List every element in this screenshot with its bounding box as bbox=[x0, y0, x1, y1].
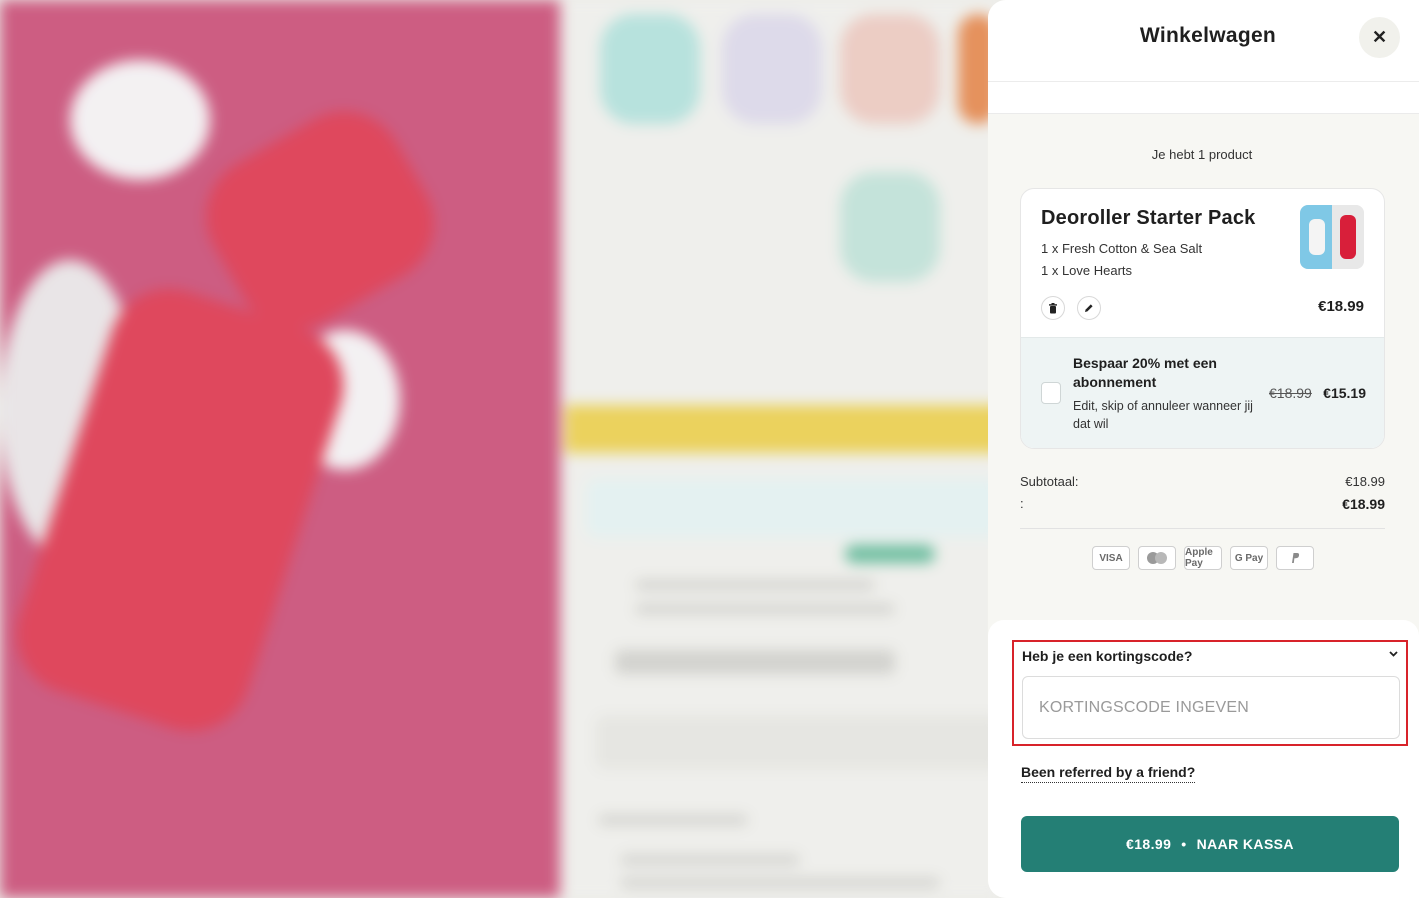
checkout-separator: • bbox=[1181, 836, 1187, 852]
coupon-title[interactable]: Heb je een kortingscode? bbox=[1022, 648, 1192, 664]
checkout-button[interactable]: €18.99 • NAAR KASSA bbox=[1021, 816, 1399, 872]
pencil-icon bbox=[1085, 304, 1093, 312]
product-variant: 1 x Fresh Cotton & Sea Salt bbox=[1041, 241, 1203, 256]
coupon-input[interactable] bbox=[1022, 676, 1400, 739]
coupon-section: Heb je een kortingscode? bbox=[1012, 640, 1408, 746]
product-variant: 1 x Love Hearts bbox=[1041, 263, 1133, 278]
payment-methods: VISA Apple Pay G Pay bbox=[1092, 546, 1314, 570]
cart-header: Winkelwagen ✕ bbox=[988, 0, 1419, 82]
trash-icon bbox=[1049, 302, 1057, 313]
checkout-panel: Heb je een kortingscode? Been referred b… bbox=[988, 620, 1419, 898]
cart-item: Deoroller Starter Pack 1 x Fresh Cotton … bbox=[1020, 188, 1385, 449]
subscription-old-price: €18.99 bbox=[1269, 385, 1312, 401]
close-icon: ✕ bbox=[1371, 27, 1388, 47]
subtotal-label: Subtotaal: bbox=[1020, 474, 1079, 489]
product-name: Deoroller Starter Pack bbox=[1041, 207, 1256, 229]
header-strip bbox=[988, 82, 1419, 114]
cart-drawer: Winkelwagen ✕ Je hebt 1 product Deorolle… bbox=[988, 0, 1419, 898]
total-value: €18.99 bbox=[1342, 496, 1385, 512]
referral-link[interactable]: Been referred by a friend? bbox=[1021, 764, 1196, 783]
edit-button[interactable] bbox=[1077, 296, 1101, 320]
visa-icon: VISA bbox=[1092, 546, 1130, 570]
subscription-new-price: €15.19 bbox=[1323, 385, 1366, 401]
subtotal-value: €18.99 bbox=[1345, 474, 1385, 489]
checkout-price: €18.99 bbox=[1126, 836, 1172, 852]
chevron-down-icon[interactable] bbox=[1389, 648, 1398, 660]
checkout-label: NAAR KASSA bbox=[1196, 836, 1294, 852]
product-price: €18.99 bbox=[1318, 298, 1364, 315]
close-button[interactable]: ✕ bbox=[1359, 17, 1400, 58]
subtotal-row: Subtotaal: €18.99 bbox=[1020, 474, 1385, 489]
paypal-icon bbox=[1276, 546, 1314, 570]
cart-count: Je hebt 1 product bbox=[1151, 147, 1253, 162]
subscription-offer: Bespaar 20% met een abonnement Edit, ski… bbox=[1021, 337, 1384, 448]
delete-button[interactable] bbox=[1041, 296, 1065, 320]
cart-title: Winkelwagen bbox=[1139, 24, 1277, 47]
google-pay-icon: G Pay bbox=[1230, 546, 1268, 570]
mastercard-icon bbox=[1138, 546, 1176, 570]
subscription-checkbox[interactable] bbox=[1041, 382, 1061, 404]
apple-pay-icon: Apple Pay bbox=[1184, 546, 1222, 570]
subscription-description: Edit, skip of annuleer wanneer jij dat w… bbox=[1073, 399, 1253, 431]
subscription-title: Bespaar 20% met een abonnement bbox=[1073, 355, 1217, 390]
product-image bbox=[1300, 205, 1364, 269]
divider bbox=[1020, 528, 1385, 529]
total-row: : €18.99 bbox=[1020, 496, 1385, 512]
total-label: : bbox=[1020, 496, 1024, 511]
